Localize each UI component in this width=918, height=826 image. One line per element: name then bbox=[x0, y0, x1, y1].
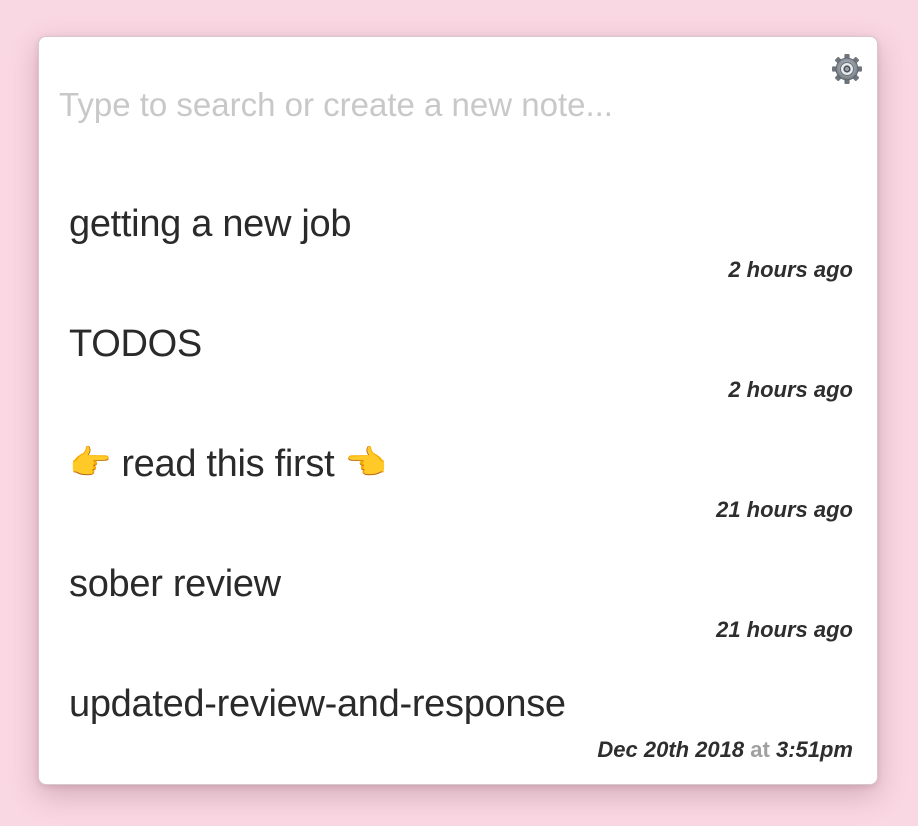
note-title: getting a new job bbox=[69, 203, 352, 245]
note-item[interactable]: getting a new job 2 hours ago bbox=[39, 181, 877, 301]
note-title: TODOS bbox=[69, 323, 202, 365]
note-timestamp: 2 hours ago bbox=[728, 377, 853, 402]
notes-panel: getting a new job 2 hours ago TODOS 2 ho… bbox=[38, 36, 878, 785]
note-item[interactable]: sober review 21 hours ago bbox=[39, 541, 877, 661]
note-title-row: 👉 read this first 👈 bbox=[69, 443, 387, 486]
note-timestamp: 2 hours ago bbox=[728, 257, 853, 282]
note-at-label: at bbox=[750, 737, 770, 762]
pointing-left-emoji: 👈 bbox=[344, 443, 387, 482]
notes-list: getting a new job 2 hours ago TODOS 2 ho… bbox=[39, 181, 877, 781]
note-item[interactable]: 👉 read this first 👈 21 hours ago bbox=[39, 421, 877, 541]
note-title: sober review bbox=[69, 563, 281, 605]
gear-icon-graphic bbox=[832, 54, 862, 84]
gear-icon[interactable] bbox=[831, 53, 863, 85]
search-input[interactable] bbox=[59, 83, 819, 127]
note-timestamp: Dec 20th 2018 at 3:51pm bbox=[597, 737, 853, 763]
pointing-right-emoji: 👉 bbox=[69, 443, 112, 482]
note-item[interactable]: updated-review-and-response Dec 20th 201… bbox=[39, 661, 877, 781]
note-item[interactable]: TODOS 2 hours ago bbox=[39, 301, 877, 421]
note-timestamp: 21 hours ago bbox=[716, 617, 853, 642]
note-title: updated-review-and-response bbox=[69, 683, 566, 725]
note-date: Dec 20th 2018 bbox=[597, 737, 745, 762]
note-timestamp: 21 hours ago bbox=[716, 497, 853, 522]
note-title: read this first bbox=[121, 443, 335, 485]
note-clock-time: 3:51pm bbox=[775, 737, 853, 762]
